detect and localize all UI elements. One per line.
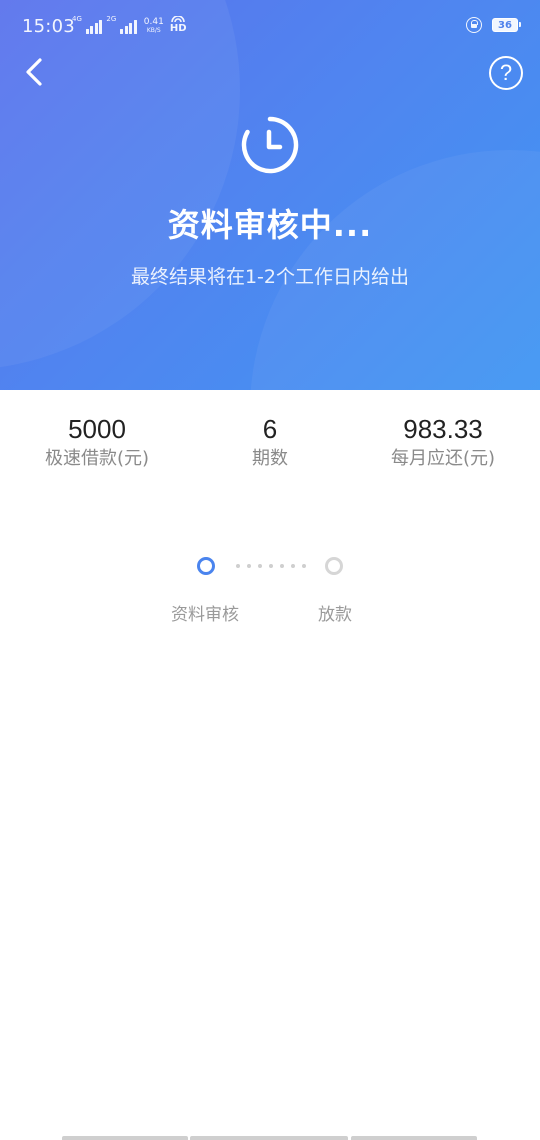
hd-voice-icon: HD — [170, 16, 187, 34]
signal-icon — [120, 20, 137, 34]
system-nav-hint — [351, 1136, 477, 1140]
loan-amount-label: 极速借款(元) — [44, 448, 150, 469]
help-icon: ? — [499, 60, 513, 85]
step-connector — [236, 564, 306, 568]
page-subtitle: 最终结果将在1-2个工作日内给出 — [130, 266, 410, 288]
battery-level: 36 — [498, 19, 512, 31]
clock-icon — [239, 114, 301, 176]
status-bar: 15:03 4G 2G 0.41 KB/S HD 36 — [0, 0, 540, 54]
hd-label: HD — [169, 23, 187, 34]
battery-icon: 36 — [492, 18, 521, 32]
status-time: 15:03 — [22, 16, 75, 37]
network-speed-value: 0.41 — [143, 17, 164, 27]
network-speed-unit: KB/S — [146, 27, 161, 34]
summary-item-periods: 6 期数 — [180, 412, 360, 472]
step-label-disbursement: 放款 — [318, 605, 352, 625]
wifi-arc-icon — [171, 16, 185, 23]
lock-icon — [466, 17, 482, 33]
page-title: 资料审核中... — [167, 206, 373, 244]
screen: 15:03 4G 2G 0.41 KB/S HD 36 ? 资料审核中... 最… — [0, 0, 540, 1140]
system-nav-hint — [62, 1136, 188, 1140]
step-label-review: 资料审核 — [171, 605, 239, 625]
summary-item-amount: 5000 极速借款(元) — [7, 412, 187, 472]
periods-value: 6 — [262, 414, 278, 444]
help-button[interactable]: ? — [489, 56, 523, 90]
chevron-left-icon — [26, 58, 42, 86]
network-type-1: 4G — [72, 15, 82, 23]
periods-label: 期数 — [252, 448, 288, 469]
step-node-review — [197, 557, 215, 575]
network-speed: 0.41 KB/S — [143, 17, 164, 35]
loan-amount-value: 5000 — [68, 414, 126, 444]
status-network-group: 4G 2G 0.41 KB/S HD — [72, 16, 187, 34]
back-button[interactable] — [18, 54, 54, 90]
network-type-2: 2G — [106, 15, 117, 23]
step-node-disbursement — [325, 557, 343, 575]
monthly-payment-label: 每月应还(元) — [390, 448, 496, 469]
header-banner: 15:03 4G 2G 0.41 KB/S HD 36 ? 资料审核中... 最… — [0, 0, 540, 390]
summary-item-monthly: 983.33 每月应还(元) — [353, 412, 533, 472]
status-right-group: 36 — [466, 17, 521, 33]
monthly-payment-value: 983.33 — [403, 414, 483, 444]
loan-summary: 5000 极速借款(元) 6 期数 983.33 每月应还(元) — [0, 412, 540, 482]
signal-icon — [85, 20, 103, 34]
system-nav-hint — [190, 1136, 348, 1140]
